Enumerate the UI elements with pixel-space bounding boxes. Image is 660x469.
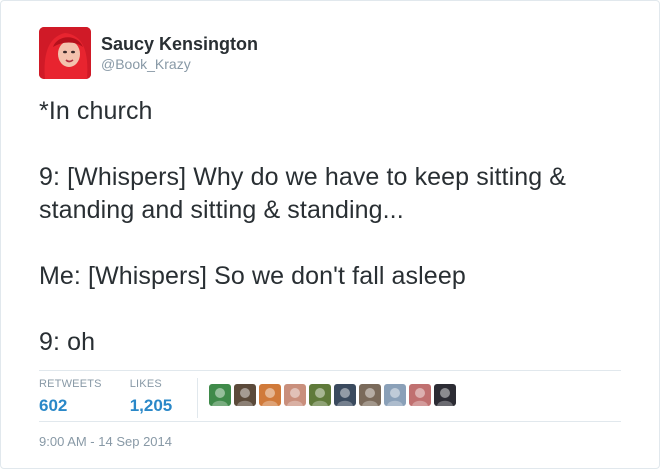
avatar-character-icon[interactable] xyxy=(234,384,257,406)
likes-count[interactable]: 1,205 xyxy=(130,394,173,418)
retweets-label: RETWEETS xyxy=(39,378,102,390)
likes-label: LIKES xyxy=(129,378,162,390)
retweets-stat[interactable]: RETWEETS 602 xyxy=(39,378,102,418)
tweet-line: 9: oh xyxy=(39,328,96,356)
avatar-person-icon[interactable] xyxy=(384,384,407,406)
tweet-stats: RETWEETS 602 LIKES 1,205 xyxy=(39,378,457,418)
tweet-card: Saucy Kensington @Book_Krazy *In church … xyxy=(0,0,660,469)
stats-divider-top xyxy=(39,370,621,371)
user-handle[interactable]: @Book_Krazy xyxy=(101,55,258,73)
tweet-line: Me: [Whispers] So we don't fall asleep xyxy=(39,262,466,290)
avatar-woman-icon[interactable] xyxy=(409,384,432,406)
avatar-landscape-icon[interactable] xyxy=(309,384,332,406)
display-name[interactable]: Saucy Kensington xyxy=(101,33,258,55)
avatar-robot-icon[interactable] xyxy=(209,384,232,406)
stats-divider-bottom xyxy=(39,421,621,422)
avatar-redhead-icon[interactable] xyxy=(259,384,282,406)
tweet-line: 9: [Whispers] Why do we have to keep sit… xyxy=(39,163,567,224)
stats-separator xyxy=(197,378,199,418)
user-names: Saucy Kensington @Book_Krazy xyxy=(101,33,258,73)
tweet-header: Saucy Kensington @Book_Krazy xyxy=(39,27,258,79)
liker-avatars xyxy=(209,384,457,406)
tweet-line: *In church xyxy=(39,97,153,125)
retweets-count[interactable]: 602 xyxy=(39,394,102,418)
user-avatar[interactable] xyxy=(39,27,91,79)
tweet-timestamp[interactable]: 9:00 AM - 14 Sep 2014 xyxy=(39,434,172,450)
avatar-group-icon[interactable] xyxy=(334,384,357,406)
avatar-face-icon[interactable] xyxy=(284,384,307,406)
tweet-text: *In church 9: [Whispers] Why do we have … xyxy=(39,95,639,359)
avatar-portrait-icon xyxy=(39,27,91,79)
avatar-man-icon[interactable] xyxy=(359,384,382,406)
likes-stat[interactable]: LIKES 1,205 xyxy=(130,378,173,418)
avatar-dark-icon[interactable] xyxy=(434,384,457,406)
